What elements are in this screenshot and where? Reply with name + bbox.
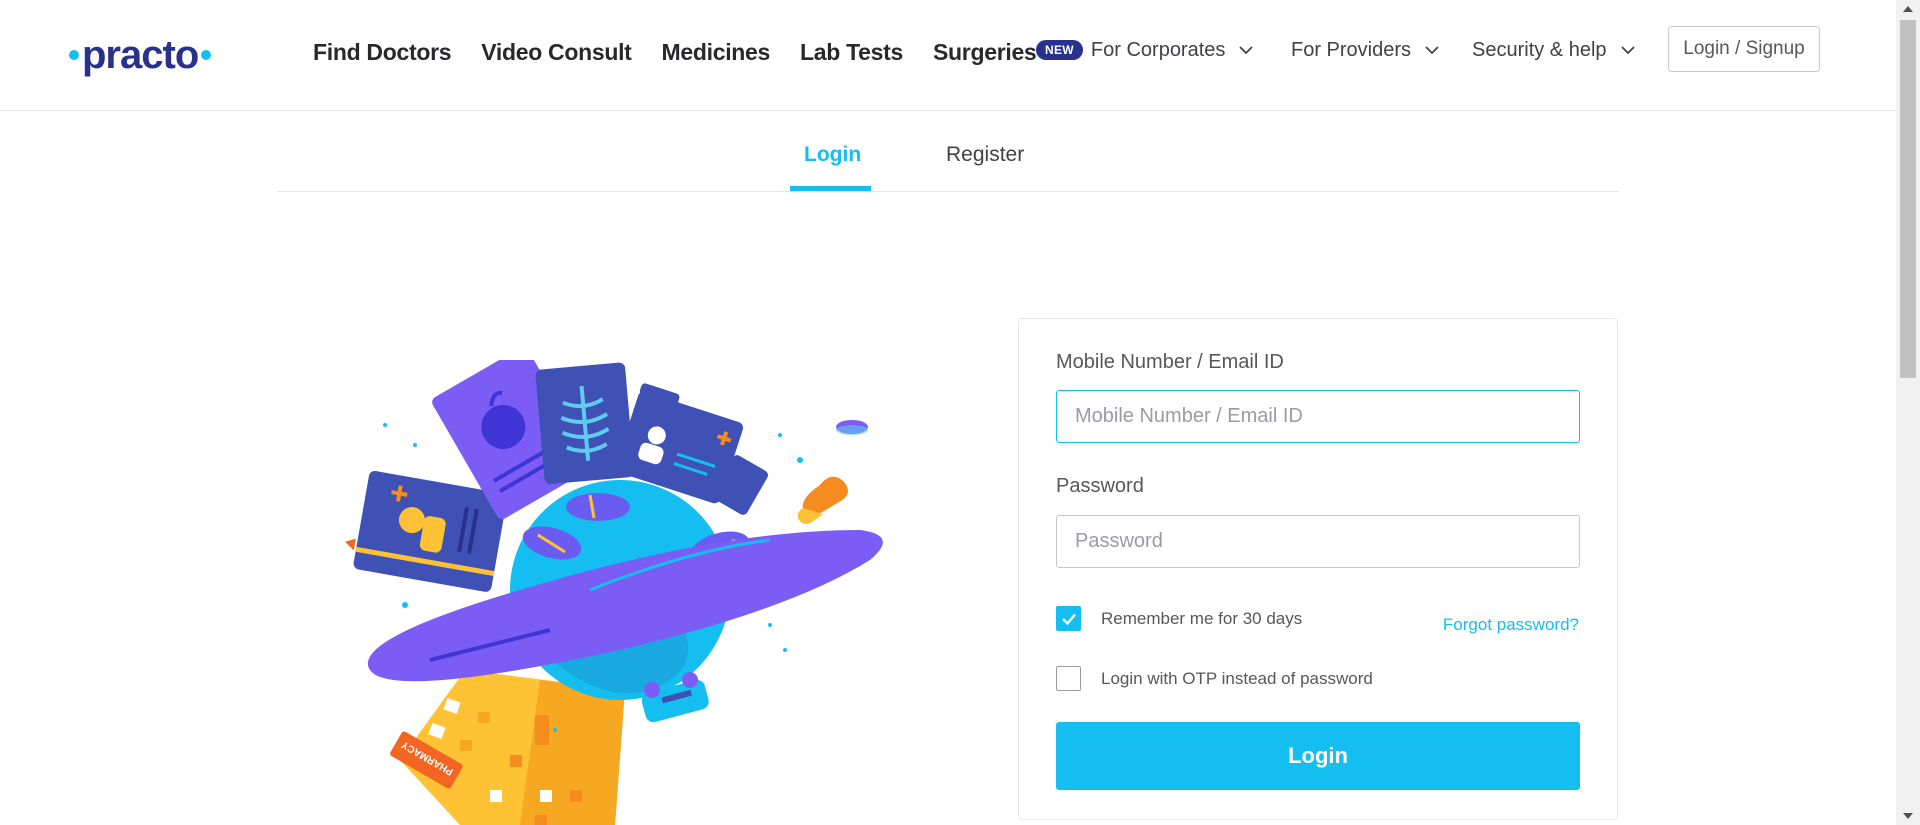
logo-dot-right [201,50,212,60]
mobile-email-input[interactable] [1056,390,1580,443]
nav-security-help-label: Security & help [1472,38,1607,61]
check-icon [1061,613,1076,625]
main-nav: Find Doctors Video Consult Medicines Lab… [313,36,1066,68]
nav-security-help[interactable]: Security & help [1472,34,1637,66]
nav-medicines[interactable]: Medicines [662,39,771,66]
login-card: Mobile Number / Email ID Password Rememb… [1018,318,1618,820]
tab-login[interactable]: Login [804,143,861,167]
otp-login-checkbox[interactable]: Login with OTP instead of password [1056,666,1373,691]
otp-login-box[interactable] [1056,666,1081,691]
scrollbar-thumb[interactable] [1900,20,1916,378]
chevron-down-icon [1620,46,1635,55]
nav-video-consult[interactable]: Video Consult [481,39,632,66]
nav-lab-tests[interactable]: Lab Tests [800,39,903,66]
login-signup-button[interactable]: Login / Signup [1668,26,1820,72]
site-header: practo Find Doctors Video Consult Medici… [0,0,1896,111]
remember-me-label: Remember me for 30 days [1101,608,1303,628]
nav-surgeries[interactable]: Surgeries [933,39,1037,66]
remember-me-box[interactable] [1056,606,1081,631]
nav-find-doctors[interactable]: Find Doctors [313,39,452,66]
active-tab-indicator [790,186,871,191]
chevron-down-icon [1239,46,1254,55]
nav-for-corporates-label: For Corporates [1090,38,1226,61]
chevron-down-icon [1425,46,1439,55]
tab-register[interactable]: Register [946,143,1024,167]
remember-me-checkbox[interactable]: Remember me for 30 days [1056,606,1302,631]
health-planet-illustration: PHARMACY [345,360,883,825]
practo-logo[interactable]: practo [69,30,212,80]
nav-for-corporates[interactable]: NEW For Corporates [1036,34,1255,66]
arrow-up-icon[interactable] [1896,0,1920,18]
logo-dot-left [69,50,79,60]
password-label: Password [1056,475,1144,497]
arrow-down-icon[interactable] [1896,807,1920,825]
mobile-email-label: Mobile Number / Email ID [1056,351,1284,373]
nav-for-providers[interactable]: For Providers [1291,34,1441,66]
forgot-password-link[interactable]: Forgot password? [1443,615,1579,635]
password-input[interactable] [1056,515,1580,568]
otp-login-label: Login with OTP instead of password [1101,668,1373,688]
nav-for-providers-label: For Providers [1291,38,1412,61]
page-scrollbar[interactable] [1896,0,1920,825]
logo-wordmark: practo [82,33,199,77]
login-submit-button[interactable]: Login [1056,722,1580,790]
auth-tabs: Login Register [277,111,1619,192]
new-badge: NEW [1036,40,1083,60]
